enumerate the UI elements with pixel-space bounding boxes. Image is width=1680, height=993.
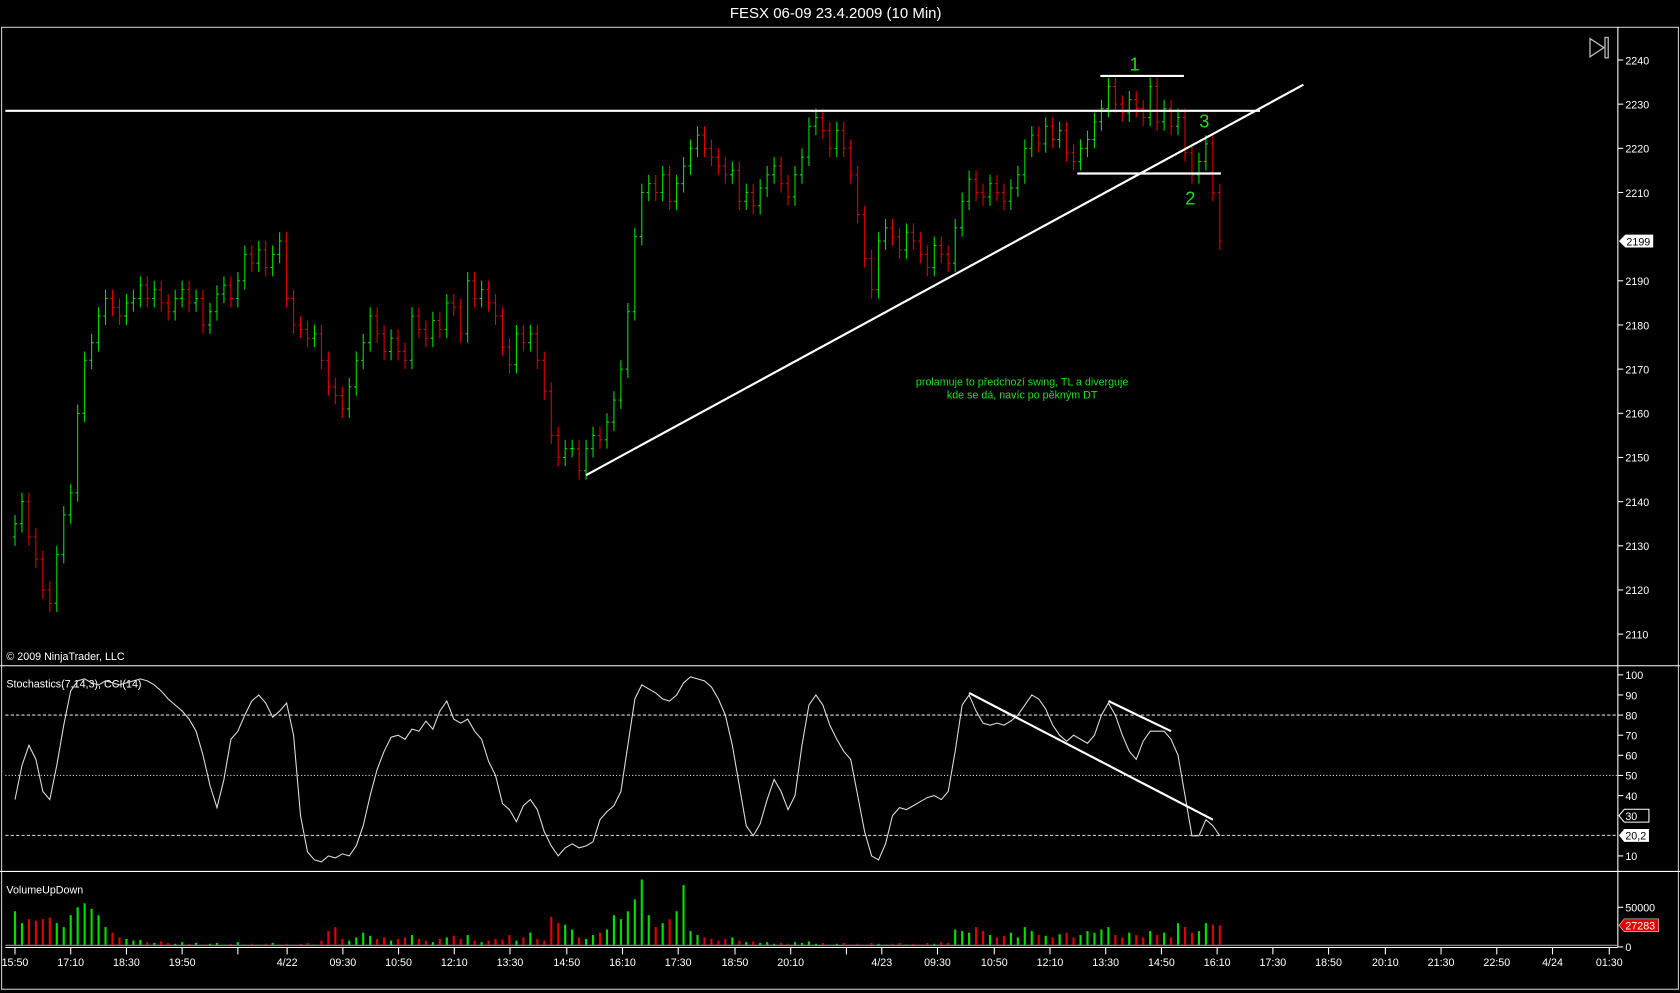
stoch-tick-label: 70 — [1625, 730, 1637, 742]
time-tick-label: 12:10 — [441, 957, 468, 969]
window-title: FESX 06-09 23.4.2009 (10 Min) — [730, 5, 942, 22]
time-tick-label: 17:30 — [665, 957, 692, 969]
time-tick-label: 09:30 — [924, 957, 951, 969]
time-tick-label: 16:10 — [609, 957, 636, 969]
time-tick-label: 4/23 — [871, 957, 892, 969]
time-tick-label: 17:10 — [57, 957, 84, 969]
stoch-last-label: 20,2 — [1625, 831, 1646, 843]
price-tick-label: 2110 — [1625, 629, 1648, 641]
stoch-marker-label: 30 — [1625, 811, 1637, 823]
price-tick-label: 2210 — [1625, 188, 1649, 200]
stoch-tick-label: 50 — [1625, 771, 1637, 783]
price-tick-label: 2240 — [1625, 55, 1649, 67]
annotation-label-2: 2 — [1185, 189, 1195, 209]
time-tick-label: 18:30 — [113, 957, 140, 969]
time-tick-label: 19:50 — [169, 957, 196, 969]
annotation-label-3: 3 — [1199, 111, 1209, 131]
price-tick-label: 2190 — [1625, 276, 1649, 288]
price-tick-label: 2160 — [1625, 409, 1649, 421]
time-tick-label: 22:50 — [1483, 957, 1510, 969]
stoch-tick-label: 100 — [1625, 670, 1643, 682]
stoch-tick-label: 80 — [1625, 710, 1637, 722]
time-tick-label: 4/22 — [277, 957, 298, 969]
time-tick-label: 13:30 — [1092, 957, 1119, 969]
time-tick-label: 12:10 — [1037, 957, 1064, 969]
price-tick-label: 2230 — [1625, 99, 1649, 111]
stoch-tick-label: 60 — [1625, 751, 1637, 763]
time-tick-label: 15:50 — [2, 957, 29, 969]
copyright-text: © 2009 NinjaTrader, LLC — [6, 651, 124, 663]
time-tick-label: 14:50 — [553, 957, 580, 969]
price-tick-label: 2140 — [1625, 497, 1649, 509]
time-tick-label: 01:30 — [1596, 957, 1623, 969]
time-tick-label: 13:30 — [497, 957, 524, 969]
time-tick-label: 16:10 — [1204, 957, 1231, 969]
price-tick-label: 2220 — [1625, 144, 1649, 156]
time-tick-label: 4/24 — [1542, 957, 1563, 969]
annotation-label-1: 1 — [1130, 55, 1140, 75]
annotation-note-line2: kde se dá, navíc po pěkným DT — [947, 389, 1098, 401]
volume-label: VolumeUpDown — [6, 884, 83, 896]
price-tick-label: 2170 — [1625, 364, 1649, 376]
annotation-note-line1: prolamuje to předchozí swing, TL a diver… — [916, 377, 1128, 389]
time-tick-label: 17:30 — [1259, 957, 1286, 969]
time-tick-label: 14:50 — [1148, 957, 1175, 969]
ninjatrader-chart: FESX 06-09 23.4.2009 (10 Min) © 2009 Nin… — [0, 0, 1680, 993]
last-price-label: 2199 — [1626, 236, 1650, 248]
price-tick-label: 2120 — [1625, 585, 1649, 597]
time-tick-label: 18:50 — [722, 957, 749, 969]
price-tick-label: 2180 — [1625, 320, 1649, 332]
time-tick-label: 18:50 — [1315, 957, 1342, 969]
price-tick-label: 2130 — [1625, 541, 1649, 553]
stoch-tick-label: 40 — [1625, 791, 1637, 803]
time-tick-label: 09:30 — [329, 957, 356, 969]
time-tick-label: 20:10 — [777, 957, 804, 969]
price-tick-label: 2150 — [1625, 453, 1649, 465]
volume-tick-label: 0 — [1625, 942, 1631, 954]
time-tick-label: 20:10 — [1372, 957, 1399, 969]
volume-tick-label: 50000 — [1625, 903, 1655, 915]
stoch-tick-label: 10 — [1625, 851, 1637, 863]
time-tick-label: 10:50 — [981, 957, 1008, 969]
volume-last-label: 27283 — [1625, 921, 1655, 933]
time-tick-label: 10:50 — [385, 957, 412, 969]
time-tick-label: 21:30 — [1428, 957, 1455, 969]
stoch-tick-label: 90 — [1625, 690, 1637, 702]
